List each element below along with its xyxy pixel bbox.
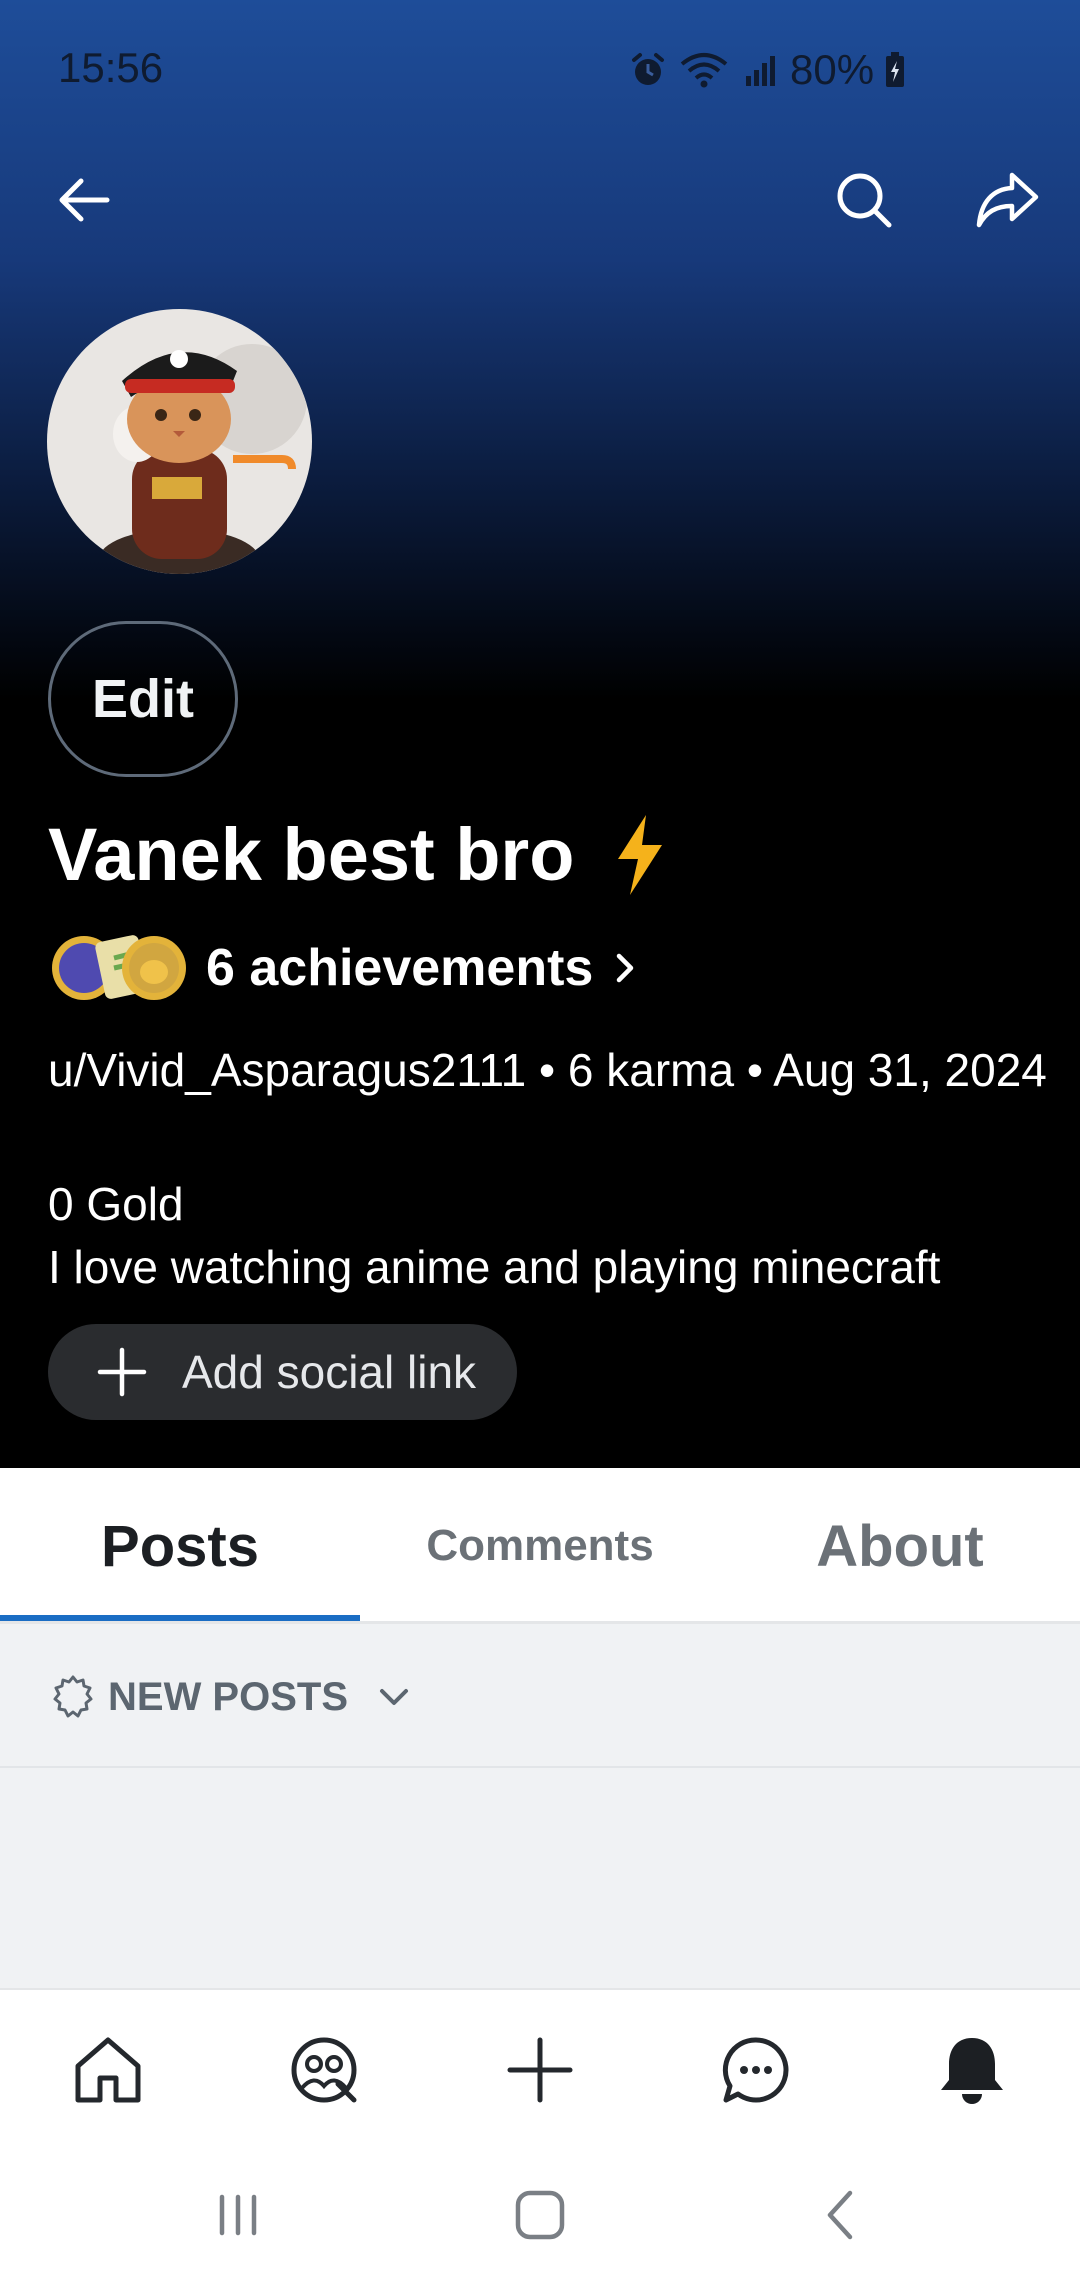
communities-icon <box>291 2037 357 2103</box>
system-home-button[interactable] <box>500 2180 580 2250</box>
display-name: Vanek best bro <box>48 813 575 896</box>
plus-icon <box>97 1347 147 1397</box>
add-social-link-label: Add social link <box>182 1346 477 1398</box>
feed-area: NEW POSTS <box>0 1624 1080 1988</box>
status-bar: 15:56 80% <box>0 0 1080 140</box>
wifi-icon <box>680 53 728 88</box>
nav-notifications[interactable] <box>932 2030 1012 2110</box>
status-icons: 80% <box>628 40 906 100</box>
nav-create[interactable] <box>500 2030 580 2110</box>
recent-apps-icon <box>219 2194 257 2236</box>
alarm-icon <box>632 53 664 85</box>
tab-about[interactable]: About <box>720 1468 1080 1624</box>
tab-posts[interactable]: Posts <box>0 1468 360 1624</box>
recent-apps-button[interactable] <box>198 2180 278 2250</box>
tab-comments-label: Comments <box>426 1521 654 1570</box>
tab-about-label: About <box>816 1513 984 1579</box>
nav-home[interactable] <box>68 2030 148 2110</box>
nav-chat[interactable] <box>716 2030 796 2110</box>
profile-bio: I love watching anime and playing minecr… <box>48 1241 941 1293</box>
nav-communities[interactable] <box>284 2030 364 2110</box>
gold-count: 0 Gold <box>48 1178 184 1230</box>
tab-comments[interactable]: Comments <box>360 1468 720 1624</box>
battery-icon <box>886 52 905 87</box>
tab-posts-label: Posts <box>101 1513 259 1579</box>
home-icon <box>75 2037 141 2103</box>
chevron-down-icon <box>380 1689 409 1705</box>
lightning-bolt-icon <box>618 814 663 895</box>
create-icon <box>507 2037 573 2103</box>
search-icon <box>837 173 892 228</box>
sort-label: NEW POSTS <box>108 1674 349 1719</box>
notifications-bell-icon <box>941 2038 1003 2104</box>
sort-dropdown[interactable]: NEW POSTS <box>50 1674 414 1720</box>
edit-profile-button[interactable]: Edit <box>48 621 238 777</box>
achievements-link[interactable]: 6 achievements <box>48 932 645 1004</box>
achievements-label: 6 achievements <box>206 939 594 997</box>
battery-percent: 80% <box>790 46 875 93</box>
display-name-row: Vanek best bro <box>48 812 670 897</box>
avatar[interactable] <box>47 309 312 574</box>
profile-tabs: Posts Comments About <box>0 1468 1080 1624</box>
add-social-link-button[interactable]: Add social link <box>48 1324 517 1420</box>
achievement-badges-icon <box>52 935 186 1000</box>
back-arrow-icon <box>59 178 110 222</box>
status-time: 15:56 <box>58 44 164 91</box>
chevron-right-icon <box>617 953 634 983</box>
bottom-navigation <box>0 1988 1080 2280</box>
avatar-image <box>47 309 312 574</box>
gear-badge-icon <box>53 1675 93 1718</box>
chat-icon <box>722 2037 789 2103</box>
profile-meta: u/Vivid_Asparagus2111 • 6 karma • Aug 31… <box>48 1044 1047 1096</box>
sort-divider <box>0 1766 1080 1768</box>
share-button[interactable] <box>966 160 1050 240</box>
back-button[interactable] <box>44 160 124 240</box>
system-back-button[interactable] <box>802 2180 882 2250</box>
system-back-icon <box>827 2190 853 2240</box>
home-button-icon <box>515 2190 565 2240</box>
signal-icon <box>746 56 775 86</box>
search-button[interactable] <box>824 160 904 240</box>
profile-header: 15:56 80% Edit Vanek best bro 6 achievem… <box>0 0 1080 1468</box>
share-icon <box>976 172 1039 228</box>
